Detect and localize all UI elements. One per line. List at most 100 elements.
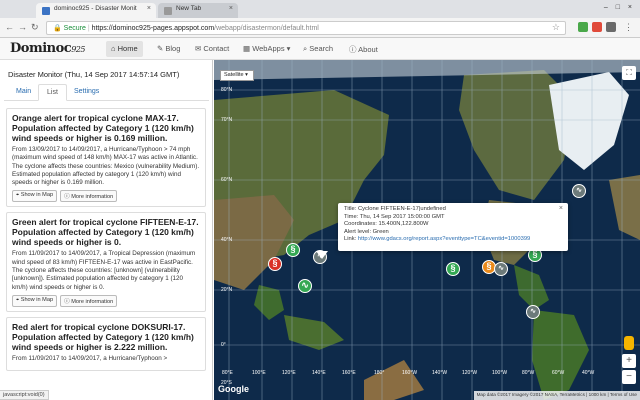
lon-label: 160°W [402, 370, 418, 376]
map-attribution: Map data ©2017 Imagery ©2017 NASA, Terra… [473, 391, 640, 400]
close-tab-icon[interactable]: × [147, 5, 151, 12]
site-logo[interactable]: Dominoc925 [10, 41, 85, 56]
zoom-out-button[interactable]: − [622, 370, 636, 384]
lon-label: 40°W [582, 370, 595, 376]
alert-list: Orange alert for tropical cyclone MAX-17… [6, 108, 206, 376]
url-input[interactable]: 🔒 Secure | https://dominoc925-pages.apps… [46, 21, 566, 35]
list-item: Red alert for tropical cyclone DOKSURI-1… [6, 316, 206, 372]
extension-icon[interactable] [606, 22, 616, 32]
cyclone-marker[interactable]: § [268, 257, 282, 271]
alert-body: From 13/09/2017 to 14/09/2017, a Hurrica… [12, 146, 200, 187]
more-information-button[interactable]: ⓘ More information [60, 294, 118, 307]
app-title: Disaster Monitor (Thu, 14 Sep 2017 14:57… [8, 70, 180, 79]
show-in-map-button[interactable]: ⌖ Show in Map [12, 294, 58, 307]
street-view-pegman-icon[interactable] [624, 336, 634, 350]
close-window-icon[interactable]: × [628, 4, 632, 11]
maximize-icon[interactable]: □ [616, 4, 620, 11]
extension-icon[interactable] [592, 22, 602, 32]
lock-icon: 🔒 [53, 25, 62, 32]
earthquake-marker[interactable]: ∿ [526, 305, 540, 319]
map-marker-icon: ⌖ [16, 192, 20, 199]
earthquake-marker[interactable]: ∿ [572, 184, 586, 198]
back-icon[interactable]: ← [5, 22, 14, 32]
lon-label: 100°W [492, 370, 508, 376]
alert-body: From 11/09/2017 to 14/09/2017, a Hurrica… [12, 354, 168, 362]
lon-label: 140°E [312, 370, 326, 376]
tab-list[interactable]: List [38, 84, 67, 101]
cyclone-marker[interactable]: § [446, 262, 460, 276]
info-icon: ⓘ [64, 298, 70, 305]
extension-icon[interactable] [578, 22, 588, 32]
map-marker-icon: ⌖ [16, 296, 20, 303]
info-coordinates: Coordinates: 15.400N,122.800W [344, 221, 429, 228]
lat-label: 70°N [221, 117, 233, 123]
lat-label: 0° [221, 342, 226, 348]
home-icon: ⌂ [111, 44, 116, 53]
lon-label: 180° [374, 370, 385, 376]
lon-label: 80°E [222, 370, 233, 376]
left-panel: Disaster Monitor (Thu, 14 Sep 2017 14:57… [0, 60, 213, 400]
site-navbar: Dominoc925 ⌂ Home ✎ Blog ✉ Contact ▦ Web… [0, 38, 640, 60]
browser-tab-new[interactable]: New Tab × [158, 3, 238, 18]
bookmark-star-icon[interactable]: ☆ [552, 22, 560, 33]
browser-tab-active[interactable]: dominoc925 - Disaster Monit × [36, 3, 156, 18]
google-logo: Google [218, 384, 249, 394]
info-window-pointer [316, 251, 328, 259]
gdacs-report-link[interactable]: http://www.gdacs.org/report.aspx?eventty… [358, 236, 530, 242]
close-icon[interactable]: × [559, 205, 563, 212]
nav-about[interactable]: ⓘ About [344, 41, 383, 57]
lon-label: 100°E [252, 370, 266, 376]
list-item: Orange alert for tropical cyclone MAX-17… [6, 108, 206, 208]
envelope-icon: ✉ [195, 44, 202, 53]
panel-tabs: Main List Settings [4, 84, 209, 101]
close-tab-icon[interactable]: × [229, 5, 233, 12]
lon-label: 120°W [462, 370, 478, 376]
map-type-select[interactable]: Satellite ▾ [220, 70, 254, 81]
cyclone-icon: § [450, 263, 456, 273]
lat-label: 20°N [221, 287, 233, 293]
browser-tab-bar: dominoc925 - Disaster Monit × New Tab × … [0, 0, 640, 18]
lat-label: 60°N [221, 177, 233, 183]
earthquake-marker[interactable]: ∿ [298, 279, 312, 293]
nav-blog[interactable]: ✎ Blog [152, 41, 185, 57]
nav-webapps[interactable]: ▦ WebApps ▾ [238, 41, 295, 57]
lon-label: 60°W [552, 370, 565, 376]
map-view[interactable]: 80°N 70°N 60°N 40°N 20°N 0° 20°S 80°E 10… [214, 60, 640, 400]
more-information-button[interactable]: ⓘ More information [60, 190, 118, 203]
cyclone-marker[interactable]: § [286, 243, 300, 257]
favicon-icon [164, 7, 172, 15]
tab-main[interactable]: Main [8, 84, 39, 101]
lon-label: 140°W [432, 370, 448, 376]
alert-body: From 11/09/2017 to 14/09/2017, a Tropica… [12, 250, 196, 291]
minimize-icon[interactable]: – [604, 4, 608, 11]
fullscreen-icon: ⛶ [626, 68, 632, 77]
favicon-icon [42, 7, 50, 15]
info-title: Title: Cyclone FIFTEEN-E-17|undefined [344, 206, 446, 212]
menu-dots-icon[interactable]: ⋮ [624, 22, 633, 33]
info-time: Time: Thu, 14 Sep 2017 15:00:00 GMT [344, 213, 445, 220]
cyclone-icon: § [486, 261, 492, 271]
nav-home[interactable]: ⌂ Home [106, 41, 143, 57]
secure-label: Secure [63, 25, 86, 32]
map-info-window: Title: Cyclone FIFTEEN-E-17|undefined Ti… [338, 203, 568, 251]
earthquake-marker[interactable]: ∿ [494, 262, 508, 276]
nav-search[interactable]: ⌕ Search [298, 41, 338, 57]
earthquake-icon: ∿ [530, 308, 536, 315]
forward-icon[interactable]: → [18, 22, 27, 32]
zoom-in-button[interactable]: + [622, 354, 636, 368]
lat-label: 80°N [221, 87, 233, 93]
alert-heading: Orange alert for tropical cyclone MAX-17… [12, 113, 194, 143]
earthquake-icon: ∿ [498, 265, 504, 272]
earthquake-icon: ∿ [576, 187, 582, 194]
show-in-map-button[interactable]: ⌖ Show in Map [12, 190, 58, 203]
info-icon: ⓘ [349, 45, 357, 54]
reload-icon[interactable]: ↻ [31, 22, 39, 33]
nav-contact[interactable]: ✉ Contact [190, 41, 234, 57]
window-controls: – □ × [598, 4, 632, 11]
tab-settings[interactable]: Settings [66, 84, 107, 101]
info-icon: ⓘ [64, 194, 70, 201]
fullscreen-button[interactable]: ⛶ [622, 66, 636, 80]
caret-down-icon: ▾ [286, 44, 291, 53]
url-host: https://dominoc925-pages.appspot.com [91, 25, 215, 32]
cyclone-icon: § [290, 244, 296, 254]
